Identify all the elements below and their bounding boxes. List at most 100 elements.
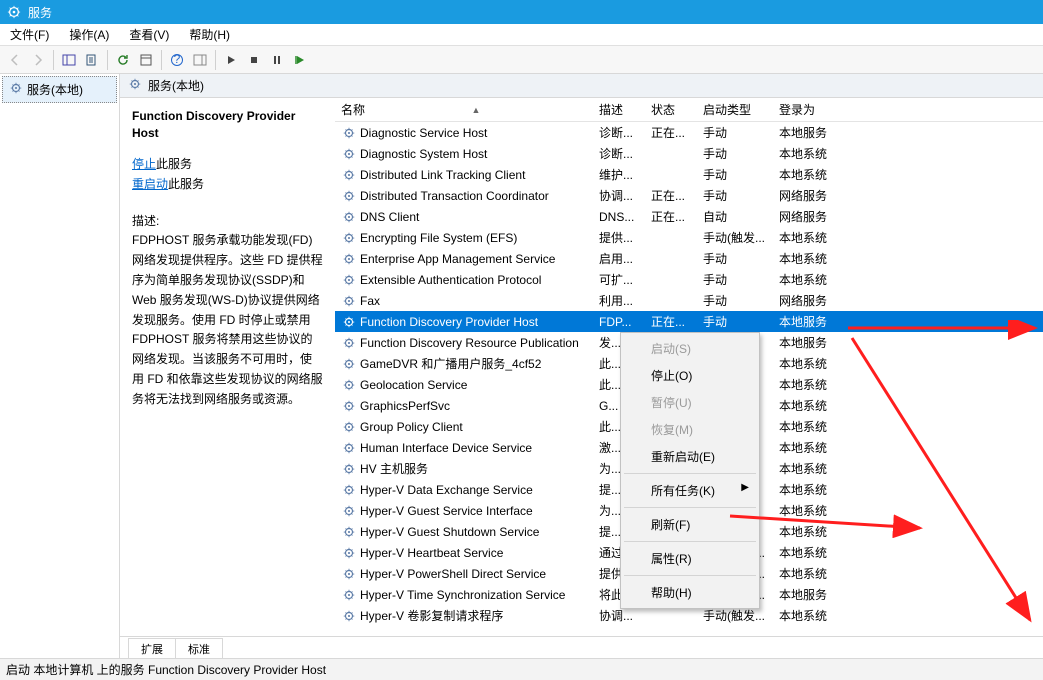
service-row[interactable]: Fax利用...手动网络服务 xyxy=(335,290,1043,311)
show-hide-action-button[interactable] xyxy=(189,49,211,71)
properties-button[interactable] xyxy=(135,49,157,71)
help-button[interactable]: ? xyxy=(166,49,188,71)
cell-name: Hyper-V Heartbeat Service xyxy=(360,546,503,560)
stop-link[interactable]: 停止 xyxy=(132,157,156,171)
menu-view[interactable]: 查看(V) xyxy=(119,23,179,46)
service-row[interactable]: Extensible Authentication Protocol可扩...手… xyxy=(335,269,1043,290)
cell-name: HV 主机服务 xyxy=(360,460,428,477)
ctx-start[interactable]: 启动(S) xyxy=(623,335,757,362)
cell-start: 手动 xyxy=(697,309,773,334)
cell-name: Hyper-V 卷影复制请求程序 xyxy=(360,607,503,624)
ctx-help[interactable]: 帮助(H) xyxy=(623,579,757,606)
gear-icon xyxy=(341,503,357,519)
cell-name: Hyper-V PowerShell Direct Service xyxy=(360,567,546,581)
service-row[interactable]: Encrypting File System (EFS)提供...手动(触发..… xyxy=(335,227,1043,248)
ctx-properties[interactable]: 属性(R) xyxy=(623,545,757,572)
service-row[interactable]: Diagnostic Service Host诊断...正在...手动本地服务 xyxy=(335,122,1043,143)
menu-action[interactable]: 操作(A) xyxy=(59,23,119,46)
content-row: Function Discovery Provider Host 停止此服务 重… xyxy=(120,98,1043,636)
detail-pane: 服务(本地) Function Discovery Provider Host … xyxy=(120,74,1043,658)
status-text: 启动 本地计算机 上的服务 Function Discovery Provide… xyxy=(6,661,326,678)
cell-status xyxy=(645,234,697,242)
gear-icon xyxy=(341,356,357,372)
ctx-separator xyxy=(624,575,756,576)
description-text: FDPHOST 服务承载功能发现(FD)网络发现提供程序。这些 FD 提供程序为… xyxy=(132,231,323,409)
gear-icon xyxy=(341,125,357,141)
ctx-separator xyxy=(624,541,756,542)
export-button[interactable] xyxy=(81,49,103,71)
restart-link[interactable]: 重启动 xyxy=(132,177,168,191)
work-area: 服务(本地) 服务(本地) Function Discovery Provide… xyxy=(0,74,1043,658)
gear-icon xyxy=(341,461,357,477)
tab-extended[interactable]: 扩展 xyxy=(128,638,176,659)
service-actions: 停止此服务 重启动此服务 xyxy=(132,154,323,195)
cell-status xyxy=(645,612,697,620)
column-start[interactable]: 启动类型 xyxy=(697,98,773,122)
gear-icon xyxy=(341,188,357,204)
service-row[interactable]: Distributed Link Tracking Client维护...手动本… xyxy=(335,164,1043,185)
service-row[interactable]: DNS ClientDNS...正在...自动网络服务 xyxy=(335,206,1043,227)
cell-status xyxy=(645,150,697,158)
cell-name: Group Policy Client xyxy=(360,420,463,434)
menu-help[interactable]: 帮助(H) xyxy=(179,23,240,46)
restart-service-button[interactable] xyxy=(289,49,311,71)
sort-indicator-icon: ▲ xyxy=(365,105,587,115)
gear-icon xyxy=(341,335,357,351)
gear-icon xyxy=(341,377,357,393)
pause-service-button[interactable] xyxy=(266,49,288,71)
column-logon[interactable]: 登录为 xyxy=(773,98,843,122)
gear-icon xyxy=(341,272,357,288)
service-row[interactable]: Enterprise App Management Service启用...手动… xyxy=(335,248,1043,269)
gear-icon xyxy=(341,419,357,435)
cell-name: Geolocation Service xyxy=(360,378,467,392)
toolbar-separator xyxy=(53,50,54,70)
menu-file[interactable]: 文件(F) xyxy=(0,23,59,46)
cell-desc: 利用... xyxy=(593,288,645,313)
explain-pane: Function Discovery Provider Host 停止此服务 重… xyxy=(120,98,335,636)
back-button[interactable] xyxy=(4,49,26,71)
service-row[interactable]: Distributed Transaction Coordinator协调...… xyxy=(335,185,1043,206)
context-menu: 启动(S) 停止(O) 暂停(U) 恢复(M) 重新启动(E) 所有任务(K)▶… xyxy=(620,332,760,609)
cell-name: Hyper-V Guest Service Interface xyxy=(360,504,533,518)
service-row[interactable]: Diagnostic System Host诊断...手动本地系统 xyxy=(335,143,1043,164)
stop-suffix: 此服务 xyxy=(156,157,192,171)
tab-standard[interactable]: 标准 xyxy=(175,638,223,659)
column-desc[interactable]: 描述 xyxy=(593,98,645,122)
cell-desc: 协调... xyxy=(593,183,645,208)
tree-root-item[interactable]: 服务(本地) xyxy=(2,76,117,103)
cell-name: Encrypting File System (EFS) xyxy=(360,231,517,245)
ctx-separator xyxy=(624,507,756,508)
gear-icon xyxy=(341,251,357,267)
svg-text:?: ? xyxy=(174,53,181,66)
cell-name: Hyper-V Time Synchronization Service xyxy=(360,588,565,602)
ctx-refresh[interactable]: 刷新(F) xyxy=(623,511,757,538)
cell-logon: 本地系统 xyxy=(773,603,843,628)
description-label: 描述: xyxy=(132,212,323,229)
ctx-separator xyxy=(624,473,756,474)
stop-service-button[interactable] xyxy=(243,49,265,71)
gear-icon xyxy=(341,167,357,183)
gear-icon xyxy=(341,566,357,582)
gear-icon xyxy=(341,545,357,561)
cell-name: GameDVR 和广播用户服务_4cf52 xyxy=(360,355,541,372)
column-status[interactable]: 状态 xyxy=(645,98,697,122)
show-hide-tree-button[interactable] xyxy=(58,49,80,71)
service-row[interactable]: Function Discovery Provider HostFDP...正在… xyxy=(335,311,1043,332)
gear-icon xyxy=(341,293,357,309)
gear-icon xyxy=(341,524,357,540)
ctx-pause[interactable]: 暂停(U) xyxy=(623,389,757,416)
cell-name: Hyper-V Data Exchange Service xyxy=(360,483,533,497)
restart-suffix: 此服务 xyxy=(168,177,204,191)
grid-header: 名称▲ 描述 状态 启动类型 登录为 xyxy=(335,98,1043,122)
ctx-resume[interactable]: 恢复(M) xyxy=(623,416,757,443)
cell-name: Extensible Authentication Protocol xyxy=(360,273,541,287)
refresh-button[interactable] xyxy=(112,49,134,71)
ctx-stop[interactable]: 停止(O) xyxy=(623,362,757,389)
column-name[interactable]: 名称▲ xyxy=(335,98,593,122)
ctx-restart[interactable]: 重新启动(E) xyxy=(623,443,757,470)
gear-icon xyxy=(341,608,357,624)
forward-button[interactable] xyxy=(27,49,49,71)
start-service-button[interactable] xyxy=(220,49,242,71)
ctx-all-tasks[interactable]: 所有任务(K)▶ xyxy=(623,477,757,504)
cell-status xyxy=(645,171,697,179)
